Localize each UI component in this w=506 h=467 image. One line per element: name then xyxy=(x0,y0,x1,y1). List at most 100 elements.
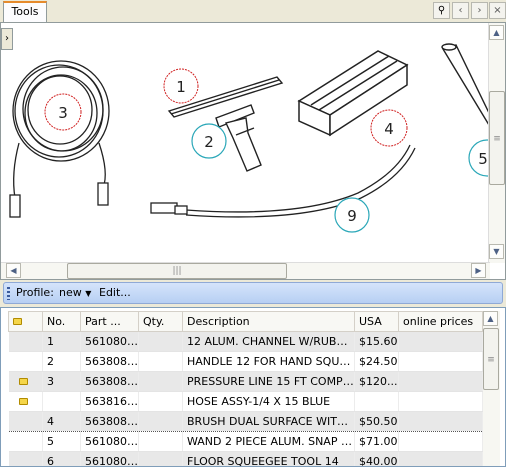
table-scroll-thumb[interactable]: ≡ xyxy=(483,328,499,390)
tab-strip: Tools ⚲ ‹ › × xyxy=(0,0,506,22)
expand-sidebar-button[interactable]: › xyxy=(1,28,13,50)
profile-toolbar-panel: Profile: new ▼ Edit... xyxy=(3,282,503,304)
table-scroll-up-icon[interactable]: ▲ xyxy=(483,311,498,326)
cell-note xyxy=(8,351,43,372)
profile-edit-link[interactable]: Edit... xyxy=(99,286,131,299)
callout-5-label: 5 xyxy=(478,150,488,168)
chevron-down-icon: ▼ xyxy=(85,289,92,298)
cell-note xyxy=(8,431,43,452)
table-header-row: No. Part ... Qty. Description USA online… xyxy=(8,311,483,332)
cell-description: BRUSH DUAL SURFACE WITH S... xyxy=(182,411,355,432)
column-header-no[interactable]: No. xyxy=(42,311,81,332)
cell-note xyxy=(8,451,43,466)
cell-part: 56380855 xyxy=(80,411,139,432)
alum-wand xyxy=(441,43,489,127)
cell-qty xyxy=(138,331,183,352)
cell-usa: $40.00 xyxy=(354,451,399,466)
cell-online xyxy=(398,391,483,412)
cell-online xyxy=(398,331,483,352)
table-row[interactable]: 6 56108028 FLOOR SQUEEGEE TOOL 14 $40.00 xyxy=(8,451,483,466)
pin-icon[interactable]: ⚲ xyxy=(433,2,450,19)
cell-part: 56108027 xyxy=(80,431,139,452)
table-row[interactable]: 256380853 HANDLE 12 FOR HAND SQUEEGEE$24.… xyxy=(8,351,483,372)
scroll-left-icon[interactable]: ◀ xyxy=(6,263,21,278)
table-row[interactable]: 1 56108017 12 ALUM. CHANNEL W/RUBBER ... $1… xyxy=(8,331,483,352)
cell-part: 56108028 xyxy=(80,451,139,466)
scroll-right-icon[interactable]: ▶ xyxy=(471,263,486,278)
column-header-online-prices[interactable]: online prices xyxy=(398,311,483,332)
cell-note xyxy=(8,411,43,432)
cell-description: HOSE ASSY-1/4 X 15 BLUE xyxy=(182,391,355,412)
cell-online xyxy=(398,411,483,432)
column-header-description[interactable]: Description xyxy=(182,311,355,332)
toolbar-grip-icon[interactable] xyxy=(7,287,10,300)
cell-usa: $24.50 xyxy=(354,351,399,372)
cell-part: 56380853 xyxy=(80,351,139,372)
pressure-line-coil xyxy=(9,60,110,218)
cell-qty xyxy=(138,451,183,466)
scroll-down-icon[interactable]: ▼ xyxy=(489,244,504,259)
callout-4-label: 4 xyxy=(384,120,394,138)
table-row[interactable]: 3 56380804 PRESSURE LINE 15 FT COMPLETE $12… xyxy=(8,371,483,392)
cell-usa xyxy=(354,391,399,412)
cell-description: 12 ALUM. CHANNEL W/RUBBER ... xyxy=(182,331,355,352)
cell-online xyxy=(398,351,483,372)
hose-assembly xyxy=(150,144,416,218)
callout-1-label: 1 xyxy=(176,78,186,96)
diagram-vertical-scrollbar[interactable]: ▲ ≡ ▼ xyxy=(488,23,505,263)
note-icon[interactable] xyxy=(18,378,28,385)
parts-table: No. Part ... Qty. Description USA online… xyxy=(0,307,506,467)
cell-note xyxy=(8,391,43,412)
column-header-usa[interactable]: USA xyxy=(354,311,399,332)
cell-description: FLOOR SQUEEGEE TOOL 14 xyxy=(182,451,355,466)
cell-part: 56381617 xyxy=(80,391,139,412)
cell-online xyxy=(398,431,483,452)
note-icon xyxy=(13,318,22,325)
scroll-up-icon[interactable]: ▲ xyxy=(489,25,504,40)
cell-usa: $50.50 xyxy=(354,411,399,432)
cell-qty xyxy=(138,431,183,452)
table-body: 1 56108017 12 ALUM. CHANNEL W/RUBBER ... $1… xyxy=(8,331,483,466)
callout-9-label: 9 xyxy=(347,207,357,225)
cell-no: 5 xyxy=(42,431,81,452)
parts-diagram: 1 2 3 4 5 9 xyxy=(9,43,489,233)
diagram-horizontal-scrollbar[interactable]: ◀ ||| ▶ xyxy=(1,262,490,279)
close-icon[interactable]: × xyxy=(489,2,506,19)
table-row[interactable]: 5 56108027 WAND 2 PIECE ALUM. SNAP FIT $71.… xyxy=(8,431,483,452)
cell-note xyxy=(8,331,43,352)
profile-dropdown[interactable]: new ▼ xyxy=(59,286,91,299)
horizontal-scroll-thumb[interactable]: ||| xyxy=(67,263,287,279)
parts-grid: No. Part ... Qty. Description USA online… xyxy=(8,311,483,466)
tab-tools[interactable]: Tools xyxy=(3,1,47,22)
cell-qty xyxy=(138,371,183,392)
profile-toolbar: Profile: new ▼ Edit... xyxy=(0,280,506,305)
cell-qty xyxy=(138,391,183,412)
table-vertical-scrollbar[interactable]: ▲ ≡ xyxy=(483,311,500,466)
cell-description: HANDLE 12 FOR HAND SQUEEGEE xyxy=(182,351,355,372)
cell-usa: $120... xyxy=(354,371,399,392)
table-row[interactable]: 56381617 HOSE ASSY-1/4 X 15 BLUE xyxy=(8,391,483,412)
column-header-part[interactable]: Part ... xyxy=(80,311,139,332)
cell-qty xyxy=(138,411,183,432)
cell-qty xyxy=(138,351,183,372)
profile-label: Profile: xyxy=(16,286,54,299)
note-icon[interactable] xyxy=(18,398,28,405)
profile-value: new xyxy=(59,286,82,299)
cell-usa: $15.60 xyxy=(354,331,399,352)
vertical-scroll-thumb[interactable]: ≡ xyxy=(489,91,505,185)
table-row[interactable]: 4 56380855 BRUSH DUAL SURFACE WITH S... $50… xyxy=(8,411,483,432)
cell-no: 2 xyxy=(42,351,81,372)
cell-no: 4 xyxy=(42,411,81,432)
column-header-note[interactable] xyxy=(8,311,43,332)
cell-part: 56380804 xyxy=(80,371,139,392)
cell-no xyxy=(42,391,81,412)
cell-no: 1 xyxy=(42,331,81,352)
prev-tab-button[interactable]: ‹ xyxy=(452,2,469,19)
column-header-qty[interactable]: Qty. xyxy=(138,311,183,332)
cell-part: 56108017 xyxy=(80,331,139,352)
cell-no: 3 xyxy=(42,371,81,392)
parts-diagram-viewer[interactable]: 1 2 3 4 5 9 › ▲ ≡ ▼ ◀ ||| ▶ xyxy=(0,22,506,280)
cell-usa: $71.00 xyxy=(354,431,399,452)
callout-3-label: 3 xyxy=(58,104,68,122)
next-tab-button[interactable]: › xyxy=(471,2,488,19)
